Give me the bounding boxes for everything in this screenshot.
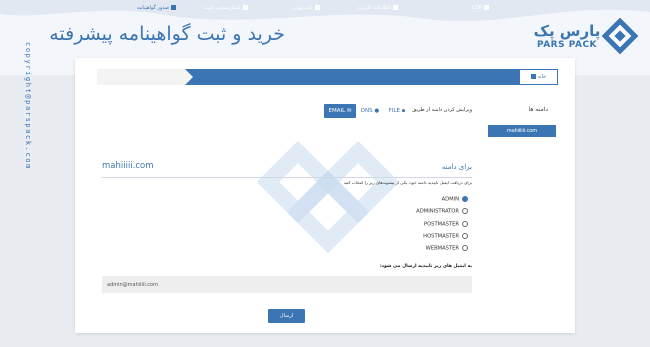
tab-file[interactable]: FILE ▪ bbox=[386, 104, 408, 118]
option-administrator[interactable]: ADMINISTRATOR bbox=[416, 208, 468, 216]
send-button[interactable]: ارسال bbox=[268, 309, 305, 323]
search-icon bbox=[242, 5, 248, 10]
email-field[interactable] bbox=[102, 276, 472, 293]
domains-label: دامنه ها bbox=[528, 106, 548, 113]
method-label: ویرایش کردن دامنه از طریق bbox=[412, 107, 472, 113]
step-pending-bg bbox=[97, 69, 185, 85]
brand-name: پارس پک bbox=[533, 22, 601, 40]
certificate-icon bbox=[171, 5, 177, 10]
doc-icon bbox=[484, 5, 490, 10]
file-icon: ▪ bbox=[401, 108, 406, 114]
home-icon bbox=[530, 74, 536, 79]
check-icon bbox=[314, 5, 320, 10]
copyright-note: copyright@parspack.com bbox=[24, 42, 32, 170]
domain-name: mahiiiii.com bbox=[102, 161, 154, 171]
brand-sub: PARS PACK bbox=[536, 40, 598, 50]
radio-webmaster[interactable] bbox=[462, 245, 468, 251]
tab-dns[interactable]: DNS ● bbox=[359, 104, 381, 118]
option-hostmaster[interactable]: HOSTMASTER bbox=[423, 233, 468, 241]
radio-postmaster[interactable] bbox=[462, 221, 468, 227]
step-csr[interactable]: CSR bbox=[472, 0, 490, 16]
user-icon bbox=[392, 5, 398, 10]
option-postmaster[interactable]: POSTMASTER bbox=[424, 221, 468, 229]
globe-icon: ● bbox=[374, 108, 380, 114]
divider bbox=[102, 177, 472, 178]
step-issue-cert[interactable]: صدور گواهینامه bbox=[137, 0, 177, 16]
page-title: خرید و ثبت گواهینامه پیشرفته bbox=[49, 23, 285, 45]
step-user-info[interactable]: اطلاعات کاربری bbox=[357, 0, 398, 16]
tab-email[interactable]: EMAIL ✉ bbox=[324, 104, 356, 118]
radio-hostmaster[interactable] bbox=[462, 233, 468, 239]
instruction-text: برای دریافت ایمیل تاییدیه دامنه خود، یکی… bbox=[343, 180, 472, 185]
step-arrow bbox=[185, 69, 193, 85]
watermark-logo-icon bbox=[258, 142, 398, 254]
step-final-confirm[interactable]: تایید نهایی bbox=[292, 0, 320, 16]
radio-administrator[interactable] bbox=[462, 208, 468, 214]
option-webmaster[interactable]: WEBMASTER bbox=[426, 245, 468, 253]
for-domain-label: برای دامنه bbox=[441, 163, 472, 171]
step-home[interactable]: خانه bbox=[519, 69, 558, 85]
sidebar-domain-item[interactable]: mahiiiiii.com bbox=[488, 125, 556, 137]
radio-admin[interactable] bbox=[462, 196, 468, 202]
option-admin[interactable]: ADMIN bbox=[442, 196, 468, 204]
step-domain-validation[interactable]: اعتبارسنجی دامنه bbox=[204, 0, 248, 16]
confirm-label: به ایمیل های زیر تاییدیه ارسال می شود: bbox=[379, 264, 472, 269]
envelope-icon: ✉ bbox=[346, 108, 352, 114]
